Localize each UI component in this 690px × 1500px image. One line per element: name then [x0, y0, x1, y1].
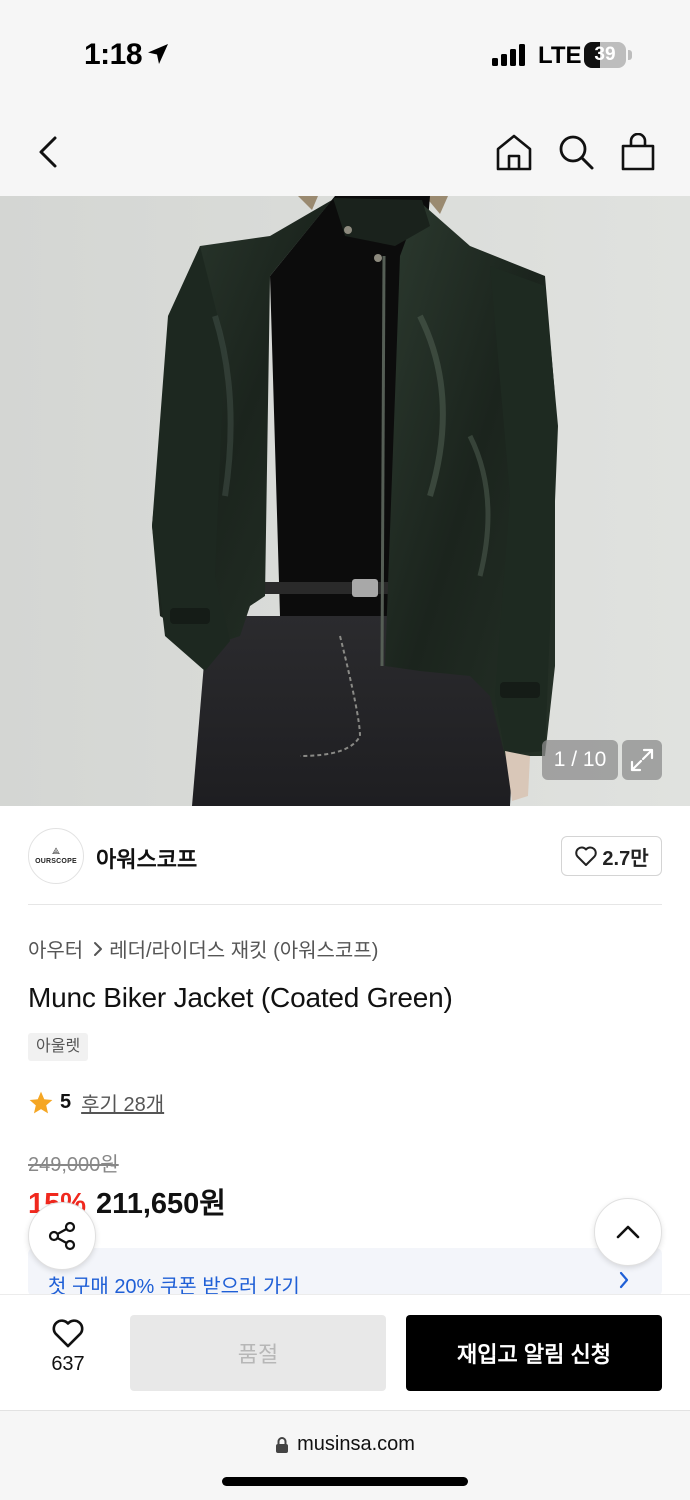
home-indicator[interactable] [222, 1477, 468, 1486]
wishlist-count: 637 [51, 1353, 85, 1375]
network-type: LTE [538, 42, 582, 69]
wishlist-button[interactable]: 637 [28, 1317, 108, 1387]
original-price: 249,000원 [28, 1154, 119, 1176]
back-chevron-icon [39, 136, 57, 168]
signal-bars-icon [492, 44, 525, 66]
home-button[interactable] [490, 128, 538, 176]
bottom-action-bar: 637 품절 재입고 알림 신청 [0, 1294, 690, 1410]
status-bar: 1:18 LTE 39 [0, 0, 690, 110]
search-button[interactable] [552, 128, 600, 176]
rating-row: 5 후기 28개 [28, 1088, 164, 1117]
brand-logo-text: OURSCOPE [35, 858, 77, 865]
sale-price: 211,650원 [96, 1188, 226, 1220]
review-link[interactable]: 후기 28개 [81, 1088, 164, 1117]
scroll-top-button[interactable] [594, 1198, 662, 1266]
brand-row: ⟁ OURSCOPE 아워스코프 2.7만 [28, 828, 662, 884]
outlet-tag: 아울렛 [28, 1033, 89, 1061]
cart-button[interactable] [614, 128, 662, 176]
star-icon [29, 1091, 53, 1113]
restock-alert-button[interactable]: 재입고 알림 신청 [406, 1315, 662, 1391]
brand-like-button[interactable]: 2.7만 [561, 836, 662, 876]
battery-icon: 39 [584, 42, 632, 68]
share-button[interactable] [28, 1202, 96, 1270]
expand-image-button[interactable] [622, 740, 662, 780]
share-icon [48, 1221, 76, 1251]
url-display[interactable]: musinsa.com [0, 1433, 690, 1456]
url-text: musinsa.com [297, 1433, 415, 1455]
browser-url-bar: musinsa.com [0, 1410, 690, 1500]
back-button[interactable] [24, 128, 72, 176]
image-counter: 1 / 10 [542, 740, 618, 780]
brand-like-count: 2.7만 [602, 847, 649, 870]
brand-logo[interactable]: ⟁ OURSCOPE [28, 828, 84, 884]
brand-logo-mark-icon: ⟁ [51, 846, 61, 856]
heart-outline-icon [52, 1319, 84, 1348]
home-icon [496, 134, 532, 171]
heart-outline-icon [575, 846, 598, 866]
breadcrumb: 아우터 레더/라이더스 재킷 (아워스코프) [28, 934, 378, 963]
divider [28, 904, 662, 905]
product-photo [0, 196, 690, 806]
coupon-banner[interactable]: 첫 구매 20% 쿠폰 받으러 가기 [28, 1248, 662, 1296]
brand-name[interactable]: 아워스코프 [96, 842, 197, 874]
chevron-up-icon [616, 1225, 640, 1239]
rating-value: 5 [60, 1091, 72, 1113]
product-title: Munc Biker Jacket (Coated Green) [28, 982, 453, 1013]
top-nav-bar [0, 110, 690, 196]
location-arrow-icon [148, 44, 168, 64]
status-time: 1:18 [84, 38, 143, 71]
breadcrumb-item-category[interactable]: 아우터 [28, 934, 83, 963]
product-image-carousel[interactable]: 1 / 10 [0, 196, 690, 806]
soldout-button[interactable]: 품절 [130, 1315, 386, 1391]
breadcrumb-item-subcategory[interactable]: 레더/라이더스 재킷 (아워스코프) [109, 934, 378, 963]
coupon-text: 첫 구매 20% 쿠폰 받으러 가기 [48, 1276, 300, 1296]
lock-icon [276, 1436, 289, 1453]
chevron-right-icon [93, 941, 103, 957]
battery-percent: 39 [594, 44, 616, 65]
chevron-right-icon [619, 1271, 629, 1289]
image-counter-text: 1 / 10 [553, 748, 607, 771]
search-icon [559, 135, 594, 170]
shopping-bag-icon [621, 133, 655, 171]
expand-icon [630, 748, 654, 772]
